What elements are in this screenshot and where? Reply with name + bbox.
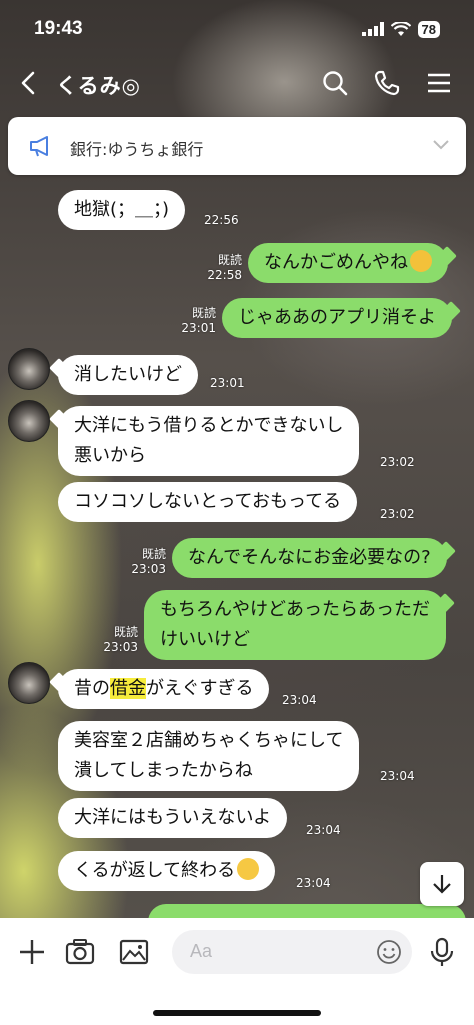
- back-arrow-icon[interactable]: [14, 68, 42, 98]
- status-indicators: 78: [361, 20, 440, 38]
- chat-title: くるみ◎: [56, 74, 141, 98]
- announcement-banner[interactable]: 銀行:ゆうちょ銀行: [8, 117, 466, 175]
- praying-emoji-icon: [410, 250, 432, 272]
- home-indicator: [153, 1010, 321, 1016]
- menu-icon[interactable]: [424, 68, 454, 98]
- message-text-line: もちろんやけどあったらあっただ: [160, 599, 430, 620]
- search-icon[interactable]: [320, 68, 350, 98]
- emoji-icon[interactable]: [376, 939, 402, 965]
- message-bubble-outgoing: じゃああのアプリ消そよ: [222, 298, 452, 338]
- wifi-icon: [390, 21, 411, 36]
- chevron-down-icon[interactable]: [432, 139, 450, 151]
- message-read-time: 既読 23:03: [124, 547, 166, 577]
- message-text-line: けいいけど: [160, 629, 250, 650]
- message-time: 23:03: [131, 562, 166, 576]
- message-text: 大洋にはもういえないよ: [74, 807, 272, 828]
- battery-level: 78: [417, 20, 440, 38]
- read-receipt: 既読: [217, 253, 242, 267]
- message-bubble-incoming: くるが返して終わる: [58, 851, 276, 891]
- message-time: 23:02: [380, 455, 415, 469]
- message-input-bar: Aa: [0, 918, 474, 1025]
- message-time: 23:01: [210, 376, 245, 390]
- smiling-tear-emoji-icon: [237, 858, 260, 880]
- avatar[interactable]: [8, 662, 50, 704]
- plus-icon[interactable]: [16, 936, 48, 968]
- message-time: 23:04: [296, 876, 331, 890]
- message-bubble-incoming: 昔の借金がえぐすぎる: [58, 669, 270, 709]
- scroll-to-bottom-button[interactable]: [420, 862, 464, 906]
- megaphone-icon: [30, 136, 48, 157]
- message-text: なんでそんなにお金必要なの?: [188, 547, 431, 568]
- message-bubble-incoming: コソコソしないとっておもってる: [58, 482, 358, 522]
- phone-icon[interactable]: [372, 68, 402, 98]
- message-text: くるが返して終わる: [74, 860, 236, 881]
- message-text: 地獄(；＿；): [74, 199, 170, 220]
- message-time: 22:56: [204, 213, 239, 227]
- message-read-time: 既読 23:03: [96, 625, 138, 655]
- message-time: 23:02: [380, 507, 415, 521]
- message-bubble-outgoing: なんかごめんやね: [248, 243, 448, 283]
- read-receipt: 既読: [191, 306, 216, 320]
- announcement-text: 銀行:ゆうちょ銀行: [70, 140, 204, 159]
- message-read-time: 既読 22:58: [200, 253, 242, 283]
- message-time: 23:04: [380, 769, 415, 783]
- read-receipt: 既読: [113, 625, 138, 639]
- message-read-time: 既読 23:01: [174, 306, 216, 336]
- message-text-line: 大洋にもう借りるとかできないし: [74, 415, 344, 436]
- image-icon[interactable]: [118, 936, 150, 968]
- message-text-line: 潰してしまったからね: [74, 760, 253, 781]
- message-text: なんかごめんやね: [264, 252, 408, 273]
- message-time: 23:04: [282, 693, 317, 707]
- message-time: 23:04: [306, 823, 341, 837]
- message-time: 22:58: [207, 268, 242, 282]
- message-bubble-incoming: 大洋にもう借りるとかできないし 悪いから: [58, 406, 360, 476]
- status-bar: 19:43 78: [0, 0, 474, 58]
- status-time: 19:43: [34, 18, 83, 39]
- avatar[interactable]: [8, 400, 50, 442]
- camera-icon[interactable]: [64, 936, 96, 968]
- signal-icon: [361, 22, 384, 36]
- message-bubble-outgoing: もちろんやけどあったらあっただ けいいけど: [144, 590, 446, 660]
- avatar[interactable]: [8, 348, 50, 390]
- message-text: 消したいけど: [74, 364, 182, 385]
- message-text: コソコソしないとっておもってる: [74, 491, 342, 512]
- microphone-icon[interactable]: [426, 936, 458, 968]
- message-time: 23:01: [181, 321, 216, 335]
- message-bubble-outgoing: なんでそんなにお金必要なの?: [172, 538, 447, 578]
- message-bubble-incoming: 消したいけど: [58, 355, 198, 395]
- message-text-line: 悪いから: [74, 445, 146, 466]
- chat-header: くるみ◎: [0, 58, 474, 110]
- highlighted-keyword: 借金: [110, 678, 146, 699]
- message-text: じゃああのアプリ消そよ: [238, 307, 436, 328]
- message-bubble-incoming: 地獄(；＿；): [58, 190, 186, 230]
- message-text-line: 美容室２店舗めちゃくちゃにして: [74, 730, 344, 751]
- message-input[interactable]: Aa: [172, 930, 412, 974]
- arrow-down-icon: [433, 875, 451, 894]
- message-bubble-incoming: 大洋にはもういえないよ: [58, 798, 288, 838]
- message-bubble-incoming: 美容室２店舗めちゃくちゃにして 潰してしまったからね: [58, 721, 360, 791]
- message-time: 23:03: [103, 640, 138, 654]
- message-text: がえぐすぎる: [146, 678, 254, 699]
- input-placeholder: Aa: [190, 941, 213, 961]
- read-receipt: 既読: [141, 547, 166, 561]
- message-text: 昔の: [74, 678, 110, 699]
